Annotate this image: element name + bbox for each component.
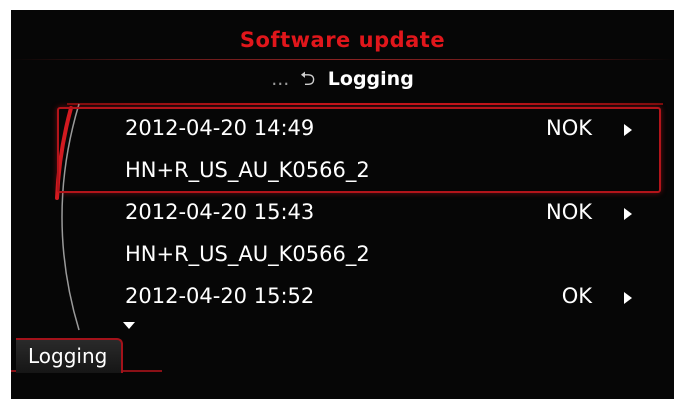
log-entry-datetime: 2012-04-20 14:49: [125, 116, 315, 140]
breadcrumb-prefix: ...: [271, 68, 290, 90]
chevron-right-icon: [624, 208, 632, 220]
log-entry-status: OK: [561, 284, 592, 308]
log-entry-datetime: 2012-04-20 15:52: [125, 284, 315, 308]
breadcrumb-label: Logging: [327, 68, 414, 90]
software-update-screen: Software update ... ⮌ Logging 2012-04-20…: [11, 10, 674, 399]
header-divider: [67, 103, 663, 105]
log-entry-1-file[interactable]: HN+R_US_AU_K0566_2: [11, 149, 674, 191]
log-entry-3[interactable]: 2012-04-20 15:52 OK: [11, 275, 674, 317]
back-arrow-icon[interactable]: ⮌: [300, 68, 315, 90]
chevron-right-icon: [624, 292, 632, 304]
page-title: Software update: [239, 28, 446, 52]
log-entry-file: HN+R_US_AU_K0566_2: [125, 242, 370, 266]
chevron-right-icon: [624, 124, 632, 136]
log-entry-file: HN+R_US_AU_K0566_2: [125, 158, 370, 182]
log-entry-2[interactable]: 2012-04-20 15:43 NOK: [11, 191, 674, 233]
breadcrumb[interactable]: ... ⮌ Logging: [11, 65, 674, 97]
title-divider: [11, 59, 674, 60]
log-entry-status: NOK: [545, 116, 592, 140]
log-entry-status: NOK: [545, 200, 592, 224]
tab-logging[interactable]: Logging: [16, 338, 124, 373]
log-entry-2-file[interactable]: HN+R_US_AU_K0566_2: [11, 233, 674, 275]
more-below-icon: [123, 322, 135, 329]
log-entry-datetime: 2012-04-20 15:43: [125, 200, 315, 224]
log-entry-1[interactable]: 2012-04-20 14:49 NOK: [11, 107, 674, 149]
